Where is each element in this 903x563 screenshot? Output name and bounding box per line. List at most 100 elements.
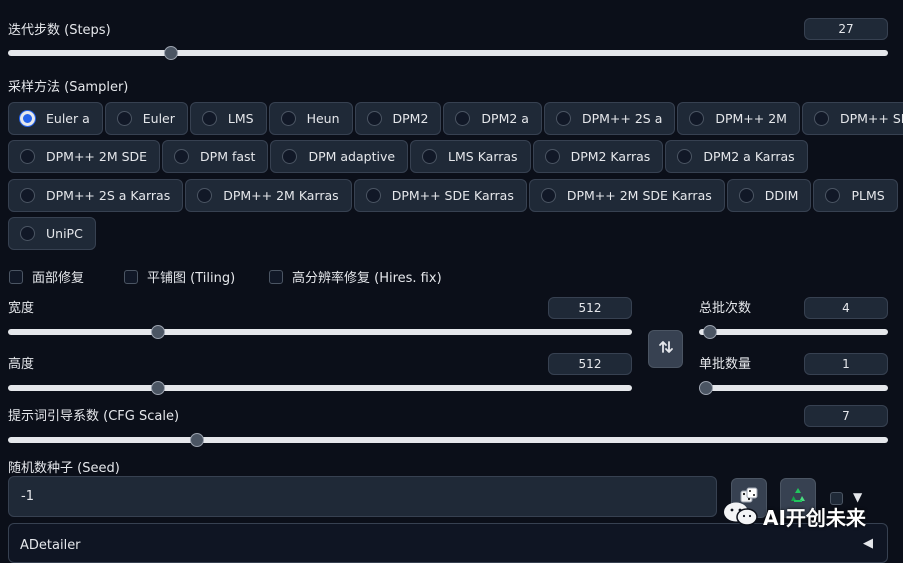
- sampler-option[interactable]: DPM++ 2M Karras: [185, 179, 352, 212]
- batch-count-label: 总批次数: [699, 301, 752, 316]
- swap-dimensions-button[interactable]: [648, 330, 683, 368]
- cfg-slider-thumb[interactable]: [189, 433, 204, 447]
- radio-circle[interactable]: [197, 188, 213, 203]
- sampler-option-label: DPM++ 2S a Karras: [46, 188, 171, 203]
- sampler-option[interactable]: DPM++ SDE Karras: [353, 179, 527, 212]
- seed-label: 随机数种子 (Seed): [8, 461, 120, 476]
- sampler-option[interactable]: DPM2: [354, 102, 442, 135]
- sampler-option-label: DPM2 a: [481, 111, 529, 126]
- hires-fix-checkbox[interactable]: 高分辨率修复 (Hires. fix): [269, 267, 442, 286]
- sampler-option-label: LMS Karras: [448, 149, 518, 164]
- cfg-label: 提示词引导系数 (CFG Scale): [8, 409, 180, 424]
- sampler-option-label: PLMS: [851, 188, 885, 203]
- sampler-option[interactable]: Euler a: [8, 102, 103, 135]
- batch-count-slider[interactable]: [699, 325, 888, 339]
- radio-circle[interactable]: [282, 149, 298, 164]
- radio-circle[interactable]: [825, 188, 841, 203]
- width-slider[interactable]: [8, 325, 632, 339]
- steps-slider[interactable]: [8, 46, 888, 60]
- radio-circle[interactable]: [116, 111, 132, 126]
- radio-circle[interactable]: [544, 149, 560, 164]
- sampler-option[interactable]: DPM++ 2S a Karras: [8, 179, 184, 212]
- sampler-row-2: DPM++ 2M SDE DPM fast DPM adaptive LMS Karr…: [8, 140, 808, 173]
- sampler-option-label: Euler: [142, 111, 175, 126]
- hires-fix-label: 高分辨率修复 (Hires. fix): [292, 271, 442, 286]
- batch-count-input[interactable]: 4: [804, 297, 888, 319]
- radio-circle[interactable]: [174, 149, 190, 164]
- sampler-option[interactable]: DPM2 a: [443, 102, 542, 135]
- batch-size-input[interactable]: 1: [804, 353, 888, 375]
- radio-circle[interactable]: [677, 149, 693, 164]
- radio-circle[interactable]: [422, 149, 438, 164]
- sampler-option-label: DPM fast: [200, 149, 256, 164]
- face-restore-label: 面部修复: [32, 271, 85, 286]
- radio-circle[interactable]: [738, 188, 754, 203]
- radio-circle[interactable]: [365, 188, 381, 203]
- sampler-option-label: DPM++ 2S a: [581, 111, 663, 126]
- sampler-option-label: DPM++ SDE: [839, 111, 903, 126]
- sampler-option[interactable]: DDIM: [726, 179, 812, 212]
- height-slider[interactable]: [8, 381, 632, 395]
- sampler-option[interactable]: DPM++ SDE: [801, 102, 903, 135]
- steps-slider-thumb[interactable]: [163, 46, 178, 60]
- collapse-arrow-icon[interactable]: ◀: [863, 536, 873, 551]
- height-slider-thumb[interactable]: [151, 381, 166, 395]
- sampler-option[interactable]: LMS Karras: [410, 140, 531, 173]
- batch-size-label: 单批数量: [699, 357, 752, 372]
- radio-circle[interactable]: [20, 226, 35, 241]
- seed-input[interactable]: -1: [8, 476, 717, 517]
- sampler-option-label: Euler a: [46, 111, 90, 126]
- radio-circle[interactable]: [555, 111, 571, 126]
- sampler-option[interactable]: DPM2 a Karras: [665, 140, 808, 173]
- sampler-option[interactable]: Euler: [104, 102, 188, 135]
- face-restore-box[interactable]: [9, 269, 23, 284]
- radio-circle[interactable]: [455, 111, 471, 126]
- sampler-option[interactable]: DPM++ 2M SDE: [8, 140, 161, 173]
- radio-circle[interactable]: [20, 149, 35, 164]
- radio-circle[interactable]: [20, 188, 35, 203]
- cfg-slider[interactable]: [8, 433, 888, 447]
- steps-value-input[interactable]: 27: [804, 18, 888, 40]
- radio-circle[interactable]: [540, 188, 556, 203]
- sampler-option[interactable]: UniPC: [8, 217, 96, 250]
- sampler-option[interactable]: DPM++ 2M SDE Karras: [528, 179, 725, 212]
- sampler-option[interactable]: PLMS: [813, 179, 898, 212]
- sampler-row-3: DPM++ 2S a Karras DPM++ 2M Karras DPM++ SD…: [8, 179, 898, 212]
- sampler-option-label: LMS: [227, 111, 254, 126]
- height-label: 高度: [8, 357, 35, 372]
- sampler-option-label: DPM adaptive: [308, 149, 396, 164]
- radio-circle[interactable]: [813, 111, 829, 126]
- sampler-option[interactable]: DPM fast: [162, 140, 269, 173]
- batch-size-slider-thumb[interactable]: [699, 381, 713, 395]
- radio-circle[interactable]: [366, 111, 382, 126]
- radio-circle[interactable]: [20, 111, 35, 126]
- batch-size-slider[interactable]: [699, 381, 888, 395]
- radio-circle[interactable]: [280, 111, 296, 126]
- radio-circle[interactable]: [689, 111, 705, 126]
- hires-fix-box[interactable]: [269, 269, 283, 284]
- sampler-option-label: DPM++ 2M: [715, 111, 787, 126]
- sampler-option-label: DPM++ SDE Karras: [391, 188, 514, 203]
- width-slider-thumb[interactable]: [151, 325, 166, 339]
- sampler-option[interactable]: DPM++ 2S a: [543, 102, 676, 135]
- width-value-input[interactable]: 512: [548, 297, 632, 319]
- sampler-option[interactable]: Heun: [268, 102, 353, 135]
- swap-arrows-icon: [658, 339, 674, 359]
- sampler-option-label: DPM2 Karras: [570, 149, 651, 164]
- radio-circle[interactable]: [201, 111, 217, 126]
- face-restore-checkbox[interactable]: 面部修复: [9, 267, 84, 286]
- sampler-option[interactable]: DPM++ 2M: [677, 102, 800, 135]
- sampler-option-label: DPM2 a Karras: [703, 149, 795, 164]
- width-label: 宽度: [8, 301, 35, 316]
- tiling-checkbox[interactable]: 平铺图 (Tiling): [124, 267, 235, 286]
- sampler-option[interactable]: LMS: [189, 102, 267, 135]
- sampler-option[interactable]: DPM2 Karras: [532, 140, 664, 173]
- cfg-value-input[interactable]: 7: [804, 405, 888, 427]
- batch-count-slider-thumb[interactable]: [702, 325, 717, 339]
- tiling-label: 平铺图 (Tiling): [147, 271, 236, 286]
- watermark-text: AI开创未来: [763, 505, 866, 530]
- height-value-input[interactable]: 512: [548, 353, 632, 375]
- sampler-option-label: Heun: [306, 111, 340, 126]
- tiling-box[interactable]: [124, 269, 138, 284]
- sampler-option[interactable]: DPM adaptive: [270, 140, 409, 173]
